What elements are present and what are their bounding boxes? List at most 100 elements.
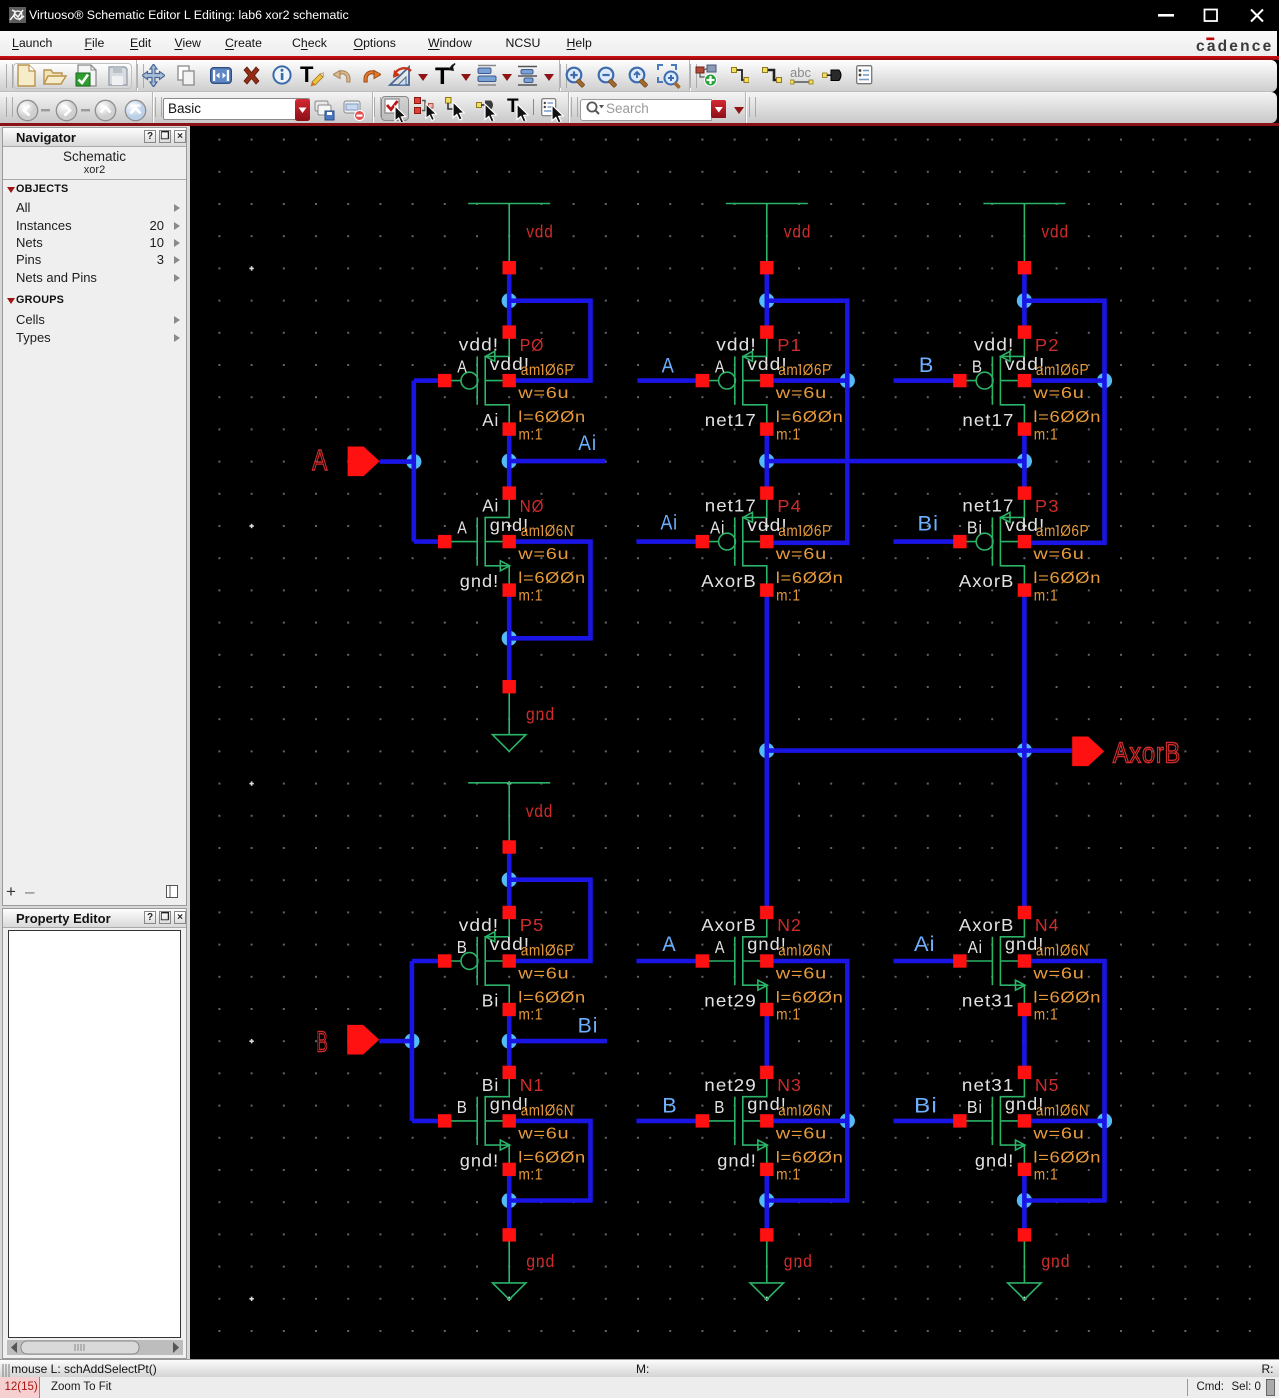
- svg-text:gnd!: gnd!: [975, 1151, 1014, 1171]
- svg-text:w=6u: w=6u: [1032, 385, 1084, 402]
- svg-text:net29: net29: [704, 1075, 756, 1095]
- svg-text:amIØ6N: amIØ6N: [1036, 943, 1089, 960]
- svg-text:A: A: [457, 357, 467, 377]
- svg-text:w=6u: w=6u: [775, 966, 827, 983]
- svg-text:B: B: [919, 354, 934, 377]
- svg-text:Bi: Bi: [914, 1095, 938, 1118]
- svg-text:m:1: m:1: [776, 588, 800, 605]
- svg-text:m:1: m:1: [519, 427, 543, 444]
- svg-text:w=6u: w=6u: [517, 966, 569, 983]
- svg-text:w=6u: w=6u: [517, 546, 569, 563]
- svg-text:amIØ6N: amIØ6N: [778, 943, 831, 960]
- svg-text:B: B: [457, 1097, 468, 1117]
- svg-text:vdd: vdd: [526, 801, 553, 821]
- svg-text:B: B: [714, 1097, 725, 1117]
- svg-text:net29: net29: [704, 991, 756, 1011]
- svg-text:Bi: Bi: [482, 1075, 499, 1095]
- svg-text:N3: N3: [777, 1075, 802, 1095]
- svg-text:w=6u: w=6u: [775, 546, 827, 563]
- svg-text:l=6ØØn: l=6ØØn: [776, 409, 844, 426]
- svg-text:PØ: PØ: [520, 335, 545, 355]
- svg-text:m:1: m:1: [776, 1007, 800, 1024]
- svg-text:N4: N4: [1035, 915, 1060, 935]
- svg-text:l=6ØØn: l=6ØØn: [776, 990, 844, 1007]
- svg-text:P2: P2: [1035, 335, 1060, 355]
- svg-text:w=6u: w=6u: [517, 1126, 569, 1143]
- svg-text:abc: abc: [790, 66, 811, 80]
- svg-text:net17: net17: [962, 410, 1014, 430]
- svg-text:B: B: [317, 1027, 329, 1059]
- svg-text:B: B: [972, 357, 983, 377]
- svg-text:l=6ØØn: l=6ØØn: [1033, 990, 1101, 1007]
- svg-text:A: A: [715, 937, 725, 957]
- svg-text:w=6u: w=6u: [1032, 546, 1084, 563]
- svg-text:Ai: Ai: [482, 410, 499, 430]
- svg-text:P4: P4: [777, 496, 802, 516]
- svg-text:gnd!: gnd!: [460, 1151, 499, 1171]
- svg-text:AxorB: AxorB: [701, 915, 756, 935]
- svg-text:Ai: Ai: [661, 512, 678, 535]
- svg-text:Bi: Bi: [482, 991, 499, 1011]
- svg-text:gnd: gnd: [784, 1251, 813, 1271]
- svg-text:amIØ6N: amIØ6N: [521, 523, 574, 540]
- svg-text:P1: P1: [777, 335, 802, 355]
- svg-text:l=6ØØn: l=6ØØn: [518, 1150, 586, 1167]
- svg-text:w=6u: w=6u: [1032, 966, 1084, 983]
- svg-text:gnd: gnd: [1041, 1251, 1070, 1271]
- svg-text:Ai: Ai: [482, 496, 499, 516]
- svg-text:gnd: gnd: [526, 704, 555, 724]
- svg-text:P3: P3: [1035, 496, 1060, 516]
- svg-text:amIØ6P: amIØ6P: [521, 362, 574, 379]
- svg-text:amIØ6P: amIØ6P: [778, 362, 831, 379]
- svg-text:m:1: m:1: [1034, 588, 1058, 605]
- svg-text:m:1: m:1: [776, 1167, 800, 1184]
- svg-text:l=6ØØn: l=6ØØn: [776, 570, 844, 587]
- svg-text:net17: net17: [705, 410, 757, 430]
- svg-text:vdd: vdd: [784, 222, 811, 242]
- svg-text:gnd: gnd: [526, 1251, 555, 1271]
- svg-text:Ai: Ai: [968, 937, 983, 957]
- svg-text:w=6u: w=6u: [775, 1126, 827, 1143]
- svg-text:w=6u: w=6u: [517, 385, 569, 402]
- svg-text:AxorB: AxorB: [1113, 738, 1181, 770]
- svg-text:vdd: vdd: [526, 222, 553, 242]
- svg-text:Bi: Bi: [967, 1097, 983, 1117]
- svg-text:B: B: [662, 1095, 677, 1118]
- svg-text:net31: net31: [962, 991, 1014, 1011]
- svg-text:A: A: [662, 355, 675, 378]
- svg-text:A: A: [457, 518, 467, 538]
- svg-text:l=6ØØn: l=6ØØn: [776, 1150, 844, 1167]
- svg-text:gnd!: gnd!: [460, 571, 499, 591]
- svg-text:m:1: m:1: [1034, 427, 1058, 444]
- svg-text:A: A: [715, 357, 725, 377]
- svg-text:gnd!: gnd!: [717, 1151, 756, 1171]
- svg-text:N2: N2: [777, 915, 802, 935]
- svg-text:A: A: [312, 445, 328, 477]
- svg-text:NØ: NØ: [520, 496, 545, 516]
- svg-text:Bi: Bi: [967, 518, 983, 538]
- svg-text:amIØ6P: amIØ6P: [1036, 362, 1089, 379]
- svg-text:amIØ6N: amIØ6N: [521, 1103, 574, 1120]
- svg-text:m:1: m:1: [1034, 1007, 1058, 1024]
- svg-text:vdd!: vdd!: [459, 915, 499, 935]
- svg-text:l=6ØØn: l=6ØØn: [1033, 1150, 1101, 1167]
- svg-text:B: B: [457, 937, 468, 957]
- svg-text:amIØ6P: amIØ6P: [521, 943, 574, 960]
- svg-text:l=6ØØn: l=6ØØn: [1033, 409, 1101, 426]
- svg-text:A: A: [662, 933, 676, 956]
- svg-text:m:1: m:1: [519, 1007, 543, 1024]
- svg-text:AxorB: AxorB: [959, 915, 1014, 935]
- svg-text:amIØ6N: amIØ6N: [1036, 1103, 1089, 1120]
- svg-text:N1: N1: [520, 1075, 545, 1095]
- svg-text:net17: net17: [705, 496, 757, 516]
- svg-text:AxorB: AxorB: [701, 571, 756, 591]
- svg-text:cadence: cadence: [1196, 38, 1273, 54]
- svg-text:AxorB: AxorB: [959, 571, 1014, 591]
- svg-text:m:1: m:1: [519, 588, 543, 605]
- svg-text:P5: P5: [520, 915, 545, 935]
- svg-text:amIØ6P: amIØ6P: [1036, 523, 1089, 540]
- svg-text:vdd!: vdd!: [974, 335, 1014, 355]
- svg-text:l=6ØØn: l=6ØØn: [518, 409, 586, 426]
- svg-text:vdd: vdd: [1041, 222, 1068, 242]
- svg-text:Bi: Bi: [578, 1015, 599, 1038]
